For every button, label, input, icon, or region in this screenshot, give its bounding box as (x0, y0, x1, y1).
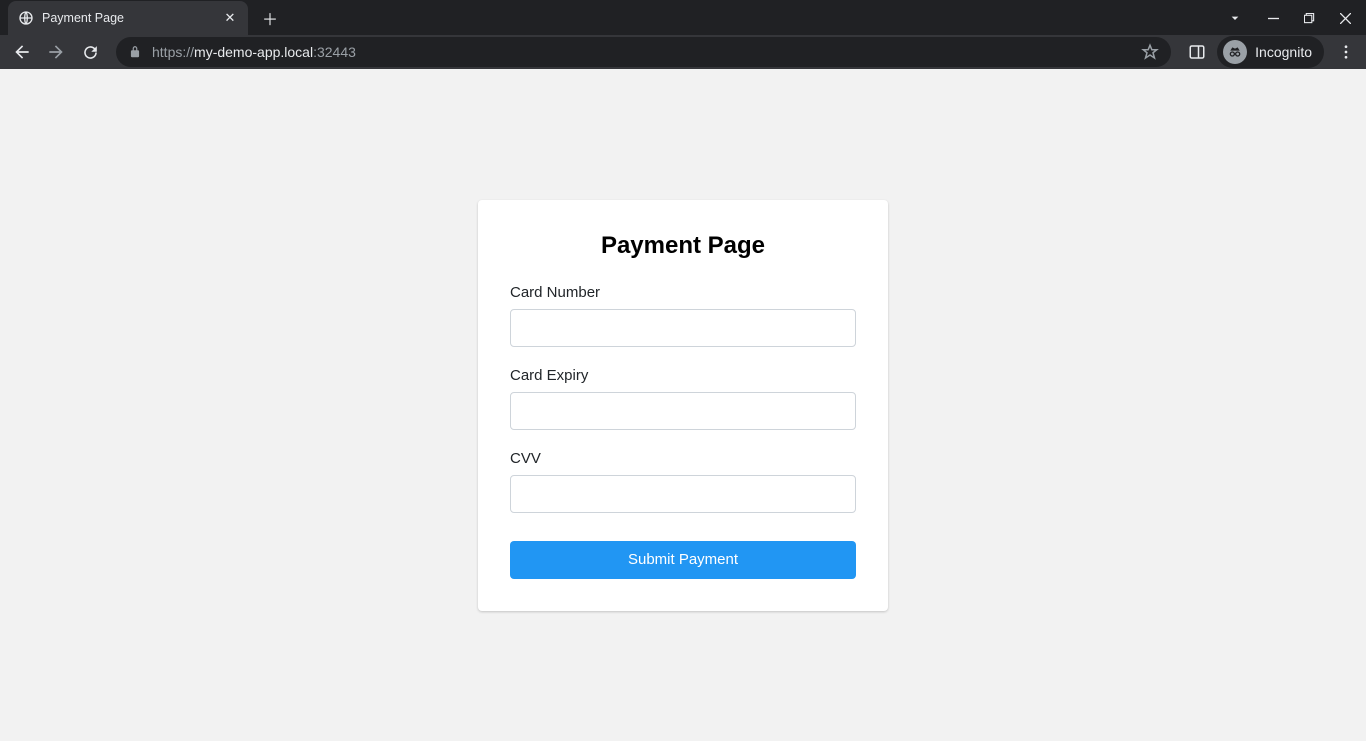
url-scheme: https:// (152, 44, 194, 60)
reload-button[interactable] (76, 38, 104, 66)
payment-card: Payment Page Card Number Card Expiry CVV… (478, 200, 888, 611)
cvv-input[interactable] (510, 475, 856, 513)
tab-title: Payment Page (42, 11, 222, 25)
url-host: my-demo-app.local (194, 44, 313, 60)
globe-icon (18, 10, 34, 26)
card-expiry-group: Card Expiry (510, 367, 856, 430)
browser-chrome: Payment Page ✕ ＋ (0, 0, 1366, 69)
window-controls (1258, 9, 1360, 27)
menu-icon[interactable] (1334, 40, 1358, 64)
card-expiry-label: Card Expiry (510, 367, 856, 384)
maximize-icon[interactable] (1300, 9, 1318, 27)
minimize-icon[interactable] (1264, 9, 1282, 27)
bookmark-star-icon[interactable] (1141, 43, 1159, 61)
address-bar[interactable]: https:// my-demo-app.local :32443 (116, 37, 1171, 67)
url-port: :32443 (313, 44, 356, 60)
page-viewport: Payment Page Card Number Card Expiry CVV… (0, 69, 1366, 741)
incognito-label: Incognito (1255, 44, 1312, 60)
cvv-group: CVV (510, 450, 856, 513)
forward-button[interactable] (42, 38, 70, 66)
side-panel-icon[interactable] (1187, 42, 1207, 62)
close-icon[interactable]: ✕ (222, 10, 238, 26)
lock-icon (128, 45, 142, 59)
incognito-icon (1223, 40, 1247, 64)
card-number-group: Card Number (510, 284, 856, 347)
tab-strip: Payment Page ✕ ＋ (0, 0, 1366, 35)
card-expiry-input[interactable] (510, 392, 856, 430)
search-tabs-icon[interactable] (1226, 9, 1244, 27)
incognito-indicator[interactable]: Incognito (1217, 36, 1324, 68)
back-button[interactable] (8, 38, 36, 66)
card-number-label: Card Number (510, 284, 856, 301)
browser-tab[interactable]: Payment Page ✕ (8, 1, 248, 35)
submit-payment-button[interactable]: Submit Payment (510, 541, 856, 579)
new-tab-button[interactable]: ＋ (256, 4, 284, 32)
url-text: https:// my-demo-app.local :32443 (152, 44, 356, 60)
page-title: Payment Page (510, 232, 856, 260)
card-number-input[interactable] (510, 309, 856, 347)
cvv-label: CVV (510, 450, 856, 467)
browser-toolbar: https:// my-demo-app.local :32443 (0, 35, 1366, 69)
window-close-icon[interactable] (1336, 9, 1354, 27)
